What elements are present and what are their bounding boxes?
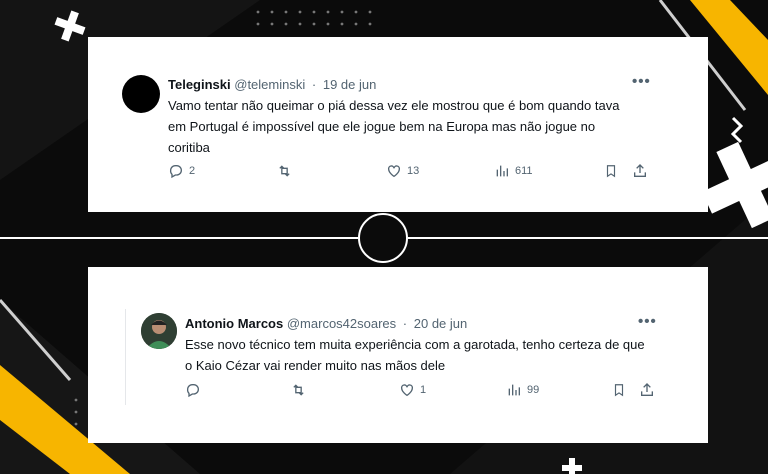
tweet-card[interactable]: Antonio Marcos @marcos42soares · 20 de j… [88, 267, 708, 443]
retweet-button[interactable] [276, 163, 298, 179]
tweet-text: Esse novo técnico tem muita experiência … [185, 337, 645, 373]
retweet-icon [279, 165, 290, 177]
bookmark-icon [606, 165, 616, 178]
views-count: 611 [515, 165, 533, 177]
tweet-text: Vamo tentar não queimar o piá dessa vez … [168, 98, 620, 155]
tweet-card[interactable]: Teleginski @teleminski · 19 de jun ••• V… [88, 37, 708, 212]
display-name[interactable]: Antonio Marcos [185, 316, 283, 331]
retweet-button[interactable] [290, 382, 312, 398]
separator: · [402, 316, 408, 331]
bookmark-button[interactable] [612, 382, 626, 398]
tweet-date[interactable]: 20 de jun [414, 316, 468, 331]
handle[interactable]: @marcos42soares [287, 316, 396, 331]
views-button[interactable]: 99 [506, 382, 539, 398]
reply-count: 2 [189, 165, 196, 177]
tweet-date[interactable]: 19 de jun [323, 77, 377, 92]
avatar-photo [141, 313, 177, 349]
thread-border [125, 309, 126, 405]
retweet-icon [293, 384, 304, 396]
like-count: 13 [407, 165, 420, 177]
avatar[interactable] [141, 313, 177, 349]
like-button[interactable]: 13 [386, 163, 419, 179]
views-icon [496, 165, 508, 177]
bookmark-button[interactable] [604, 163, 618, 179]
views-button[interactable]: 611 [494, 163, 533, 179]
more-icon[interactable]: ••• [638, 313, 657, 330]
more-icon[interactable]: ••• [632, 73, 651, 90]
reply-button[interactable] [185, 382, 206, 398]
like-button[interactable]: 1 [399, 382, 426, 398]
handle[interactable]: @teleminski [234, 77, 305, 92]
bookmark-icon [614, 384, 624, 397]
share-icon [641, 383, 653, 396]
views-count: 99 [527, 384, 540, 396]
reply-button[interactable]: 2 [168, 163, 195, 179]
share-button[interactable] [639, 382, 655, 398]
tweet-header: Antonio Marcos @marcos42soares · 20 de j… [185, 316, 467, 331]
reply-icon [169, 165, 182, 179]
share-button[interactable] [632, 163, 648, 179]
like-icon [388, 165, 400, 178]
share-icon [634, 164, 646, 177]
separator: · [311, 77, 317, 92]
display-name[interactable]: Teleginski [168, 77, 231, 92]
like-count: 1 [420, 384, 427, 396]
tweet-header: Teleginski @teleminski · 19 de jun [168, 77, 376, 92]
views-icon [508, 384, 520, 396]
avatar[interactable] [122, 75, 160, 113]
like-icon [401, 384, 413, 397]
reply-icon [186, 384, 199, 398]
